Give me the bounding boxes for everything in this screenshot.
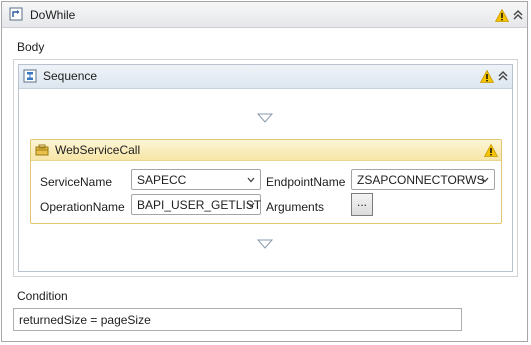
condition-input[interactable]: returnedSize = pageSize [13,308,462,331]
dowhile-title: DoWhile [30,8,76,22]
warning-icon[interactable] [480,70,494,83]
arguments-label: Arguments [266,200,325,214]
dropdown-arrow-icon [247,177,255,183]
service-name-value: SAPECC [137,173,187,187]
body-label: Body [17,40,45,54]
sequence-icon [23,69,37,83]
dowhile-icon [9,7,23,21]
sequence-title: Sequence [43,69,98,83]
endpoint-name-value: ZSAPCONNECTORWS [357,173,485,187]
dropdown-arrow-icon [247,202,255,208]
operation-name-value: BAPI_USER_GETLIST [137,198,262,212]
operation-name-label: OperationName [40,200,125,214]
dowhile-header[interactable]: DoWhile [2,2,527,28]
webservicecall-title: WebServiceCall [55,143,141,157]
operation-name-dropdown[interactable]: BAPI_USER_GETLIST [131,194,261,215]
service-name-label: ServiceName [40,175,113,189]
warning-icon[interactable] [484,144,498,157]
condition-label: Condition [17,289,68,303]
arguments-button[interactable]: ... [351,193,373,216]
webservicecall-icon [35,144,49,156]
warning-icon[interactable] [495,9,509,22]
collapse-chevron-icon[interactable] [512,9,524,21]
drop-target-arrow-icon[interactable] [257,113,273,123]
drop-target-arrow-icon[interactable] [257,239,273,249]
endpoint-name-dropdown[interactable]: ZSAPCONNECTORWS [351,169,495,190]
webservicecall-header[interactable]: WebServiceCall [31,140,501,161]
dropdown-arrow-icon [481,177,489,183]
sequence-header[interactable]: Sequence [19,65,512,89]
service-name-dropdown[interactable]: SAPECC [131,169,261,190]
collapse-chevron-icon[interactable] [497,70,509,82]
condition-value: returnedSize = pageSize [19,313,151,327]
endpoint-name-label: EndpointName [266,175,346,189]
